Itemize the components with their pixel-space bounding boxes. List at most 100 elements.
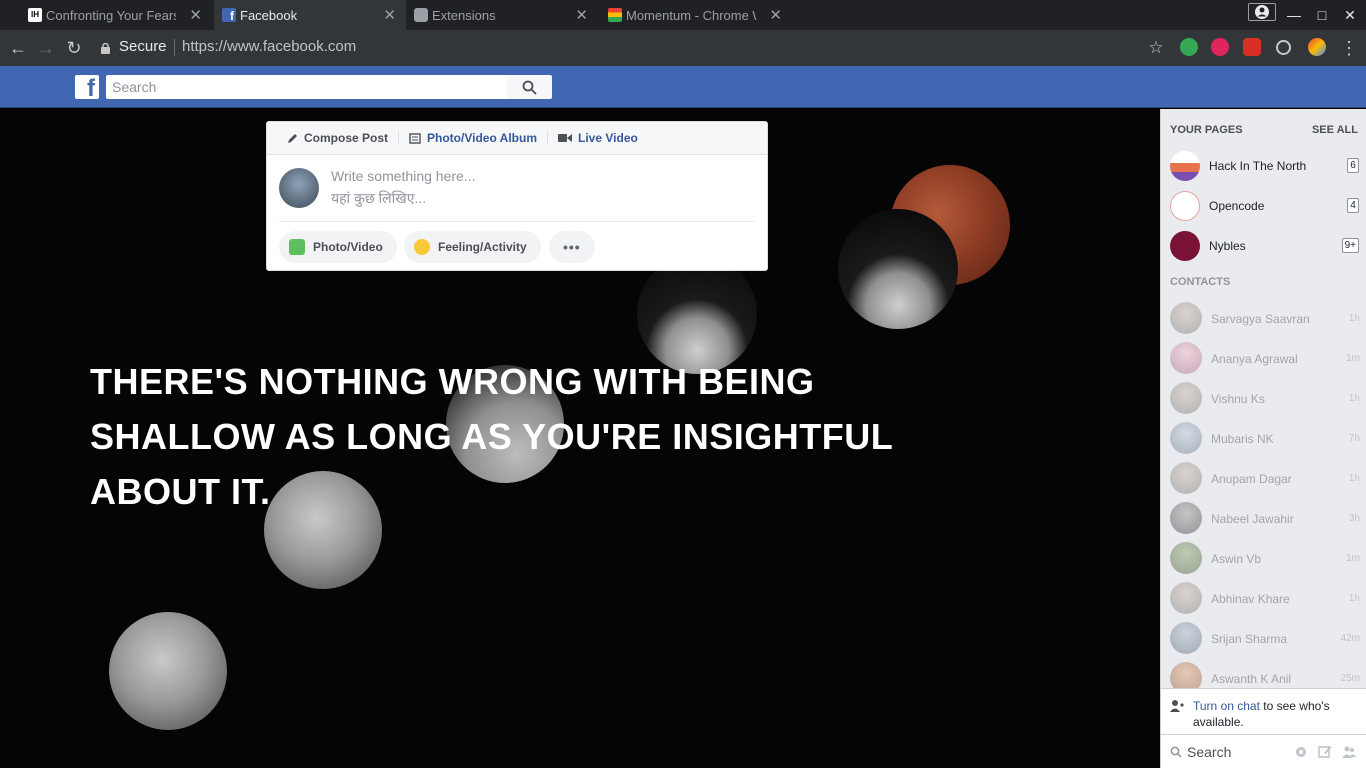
last-active: 7h [1348, 433, 1360, 444]
contact-name: Sarvagya Saavran [1211, 312, 1310, 326]
tab-facebook[interactable]: f Facebook ✕ [214, 0, 406, 30]
post-composer: Compose Post Photo/Video Album Live Vide… [266, 121, 768, 271]
contact-item[interactable]: Nabeel Jawahir 3h [1161, 498, 1366, 538]
contact-name: Srijan Sharma [1211, 632, 1288, 646]
maximize-icon[interactable]: □ [1308, 0, 1336, 30]
search-button[interactable] [507, 75, 552, 99]
tab-confronting-fears[interactable]: IH Confronting Your Fears ✕ [20, 0, 212, 30]
forward-icon[interactable]: → [36, 38, 56, 58]
last-active: 1h [1348, 313, 1360, 324]
contact-item[interactable]: Sarvagya Saavran 1h [1161, 298, 1366, 338]
last-active: 1h [1348, 473, 1360, 484]
new-message-icon[interactable] [1318, 745, 1332, 759]
contact-item[interactable]: Srijan Sharma 42m [1161, 618, 1366, 658]
reload-icon[interactable]: ↻ [64, 38, 84, 58]
page-name: Nybles [1209, 239, 1246, 253]
contacts-header: CONTACTS [1170, 276, 1231, 288]
last-active: 1h [1348, 393, 1360, 404]
contact-item[interactable]: Abhinav Khare 1h [1161, 578, 1366, 618]
page-item-opencode[interactable]: Opencode 4 [1161, 186, 1366, 226]
tab-extensions[interactable]: Extensions ✕ [406, 0, 598, 30]
composer-tabs: Compose Post Photo/Video Album Live Vide… [267, 122, 767, 155]
tab-compose-post[interactable]: Compose Post [277, 131, 400, 145]
tab-photo-video-album[interactable]: Photo/Video Album [399, 131, 549, 145]
browser-tab-bar: IH Confronting Your Fears ✕ f Facebook ✕… [0, 0, 1366, 30]
close-icon[interactable]: ✕ [769, 6, 782, 24]
avatar [1170, 542, 1202, 574]
tab-title: Confronting Your Fears [46, 7, 176, 23]
photo-icon [289, 239, 305, 255]
pencil-icon [288, 133, 297, 143]
contact-name: Anupam Dagar [1211, 472, 1292, 486]
contact-name: Abhinav Khare [1211, 592, 1290, 606]
search-icon [522, 80, 537, 95]
page-item-hack-in-the-north[interactable]: Hack In The North 6 [1161, 146, 1366, 186]
group-chat-icon[interactable] [1342, 745, 1356, 759]
last-active: 25m [1340, 673, 1360, 684]
minimize-icon[interactable]: — [1280, 0, 1308, 30]
contact-item[interactable]: Ananya Agrawal 1m [1161, 338, 1366, 378]
contact-name: Vishnu Ks [1211, 392, 1265, 406]
close-icon[interactable]: ✕ [189, 6, 202, 24]
page-avatar [1170, 231, 1200, 261]
profile-icon[interactable] [1248, 3, 1276, 21]
extension-f-icon[interactable] [1308, 38, 1326, 56]
contact-item[interactable]: Aswin Vb 1m [1161, 538, 1366, 578]
photo-video-button[interactable]: Photo/Video [279, 231, 397, 263]
smiley-icon [414, 239, 430, 255]
tab-title: Momentum - Chrome W [626, 7, 756, 23]
contacts-list: Sarvagya Saavran 1h Ananya Agrawal 1m Vish… [1161, 289, 1366, 689]
extension-red-icon[interactable] [1211, 38, 1229, 56]
tab-live-video[interactable]: Live Video [548, 131, 648, 145]
contact-item[interactable]: Aswanth K Anil 25m [1161, 658, 1366, 689]
your-pages-header: YOUR PAGES [1170, 124, 1243, 136]
facebook-logo-icon[interactable]: f [75, 75, 99, 99]
composer-placeholder-hi[interactable]: यहां कुछ लिखिए... [331, 189, 426, 208]
more-options-button[interactable]: ••• [549, 231, 595, 263]
notification-count: 6 [1347, 158, 1359, 173]
secure-label[interactable]: Secure [119, 38, 167, 56]
browser-menu-icon[interactable]: ⋮ [1339, 38, 1359, 58]
moon-image [109, 612, 227, 730]
chat-search-input[interactable] [1187, 742, 1283, 762]
page-item-nybles[interactable]: Nybles 9+ [1161, 226, 1366, 266]
page-name: Opencode [1209, 199, 1265, 213]
momentum-favicon [608, 8, 622, 22]
feeling-activity-button[interactable]: Feeling/Activity [404, 231, 541, 263]
extension-green-icon[interactable] [1180, 38, 1198, 56]
last-active: 1m [1346, 353, 1360, 364]
chat-search-bar [1160, 734, 1366, 768]
page-name: Hack In The North [1209, 159, 1307, 173]
see-all-link[interactable]: SEE ALL [1312, 124, 1358, 136]
bookmark-star-icon[interactable]: ☆ [1146, 38, 1166, 58]
gear-icon[interactable] [1294, 745, 1308, 759]
last-active: 42m [1340, 633, 1360, 644]
contact-item[interactable]: Mubaris NK 7h [1161, 418, 1366, 458]
avatar[interactable] [279, 168, 319, 208]
lock-icon [101, 41, 110, 54]
contact-item[interactable]: Anupam Dagar 1h [1161, 458, 1366, 498]
tab-momentum[interactable]: Momentum - Chrome W ✕ [600, 0, 792, 30]
turn-on-chat-link[interactable]: Turn on chat [1193, 699, 1260, 713]
facebook-favicon: f [222, 8, 236, 23]
contact-item[interactable]: Vishnu Ks 1h [1161, 378, 1366, 418]
button-label: Photo/Video [313, 240, 383, 254]
extension-shield-icon[interactable] [1243, 38, 1261, 56]
notification-count: 9+ [1341, 238, 1359, 253]
album-icon [409, 132, 421, 144]
fb-search-input[interactable] [106, 75, 507, 99]
notification-count: 4 [1347, 198, 1359, 213]
page-avatar [1170, 151, 1200, 181]
close-icon[interactable]: ✕ [383, 6, 396, 24]
composer-placeholder-en[interactable]: Write something here... [331, 168, 475, 184]
back-icon[interactable]: ← [8, 38, 28, 58]
last-active: 1h [1348, 593, 1360, 604]
window-close-icon[interactable]: ✕ [1336, 0, 1364, 30]
extension-circle-icon[interactable] [1276, 40, 1291, 55]
url-field[interactable]: https://www.facebook.com [182, 38, 356, 56]
tab-label: Compose Post [304, 131, 389, 145]
ih-favicon: IH [28, 8, 42, 22]
contact-name: Aswin Vb [1211, 552, 1262, 566]
page-avatar [1170, 191, 1200, 221]
close-icon[interactable]: ✕ [575, 6, 588, 24]
